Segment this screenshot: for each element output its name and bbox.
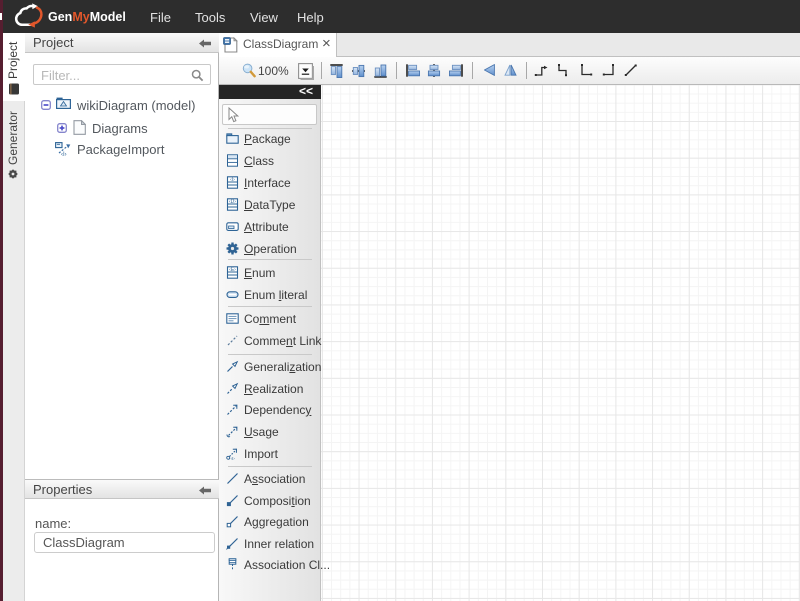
- svg-text:‹I›: ‹I›: [61, 152, 67, 157]
- svg-text:‹E›: ‹E›: [229, 267, 236, 273]
- svg-text:‹I›: ‹I›: [231, 456, 236, 460]
- svg-text:‹I›: ‹I›: [230, 177, 235, 183]
- svg-text:‹D›: ‹D›: [229, 199, 236, 205]
